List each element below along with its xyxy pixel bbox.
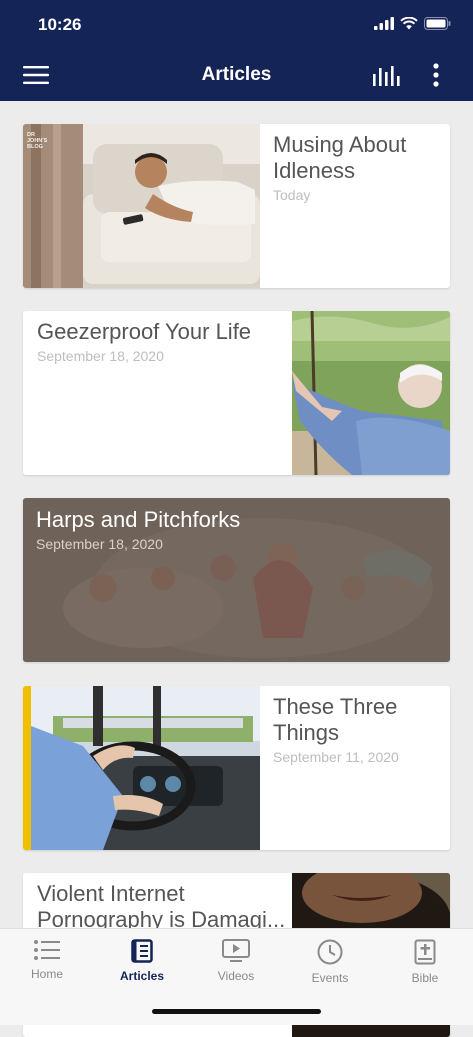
- tab-videos[interactable]: Videos: [196, 939, 276, 983]
- article-title: Geezerproof Your Life: [37, 319, 252, 344]
- tab-label: Articles: [119, 969, 165, 983]
- status-time: 10:26: [38, 15, 82, 34]
- tab-events[interactable]: Events: [290, 939, 370, 985]
- play-screen-icon: [222, 939, 250, 962]
- wifi-icon: [400, 17, 418, 30]
- home-indicator[interactable]: [152, 1009, 321, 1014]
- list-icon: [34, 940, 60, 960]
- article-thumbnail: [23, 686, 260, 850]
- article-title: Violent Internet Pornography is Damagi..…: [37, 881, 286, 932]
- battery-icon: [424, 17, 451, 30]
- tab-label: Bible: [411, 971, 439, 985]
- book-icon: [131, 939, 153, 963]
- blog-logo: DR JOHN'S BLOG: [27, 132, 48, 150]
- more-vertical-icon[interactable]: [421, 60, 451, 90]
- article-thumbnail: [292, 311, 450, 475]
- tab-bible[interactable]: Bible: [385, 939, 465, 985]
- tab-home[interactable]: Home: [7, 939, 87, 981]
- article-card[interactable]: These Three Things September 11, 2020: [23, 686, 450, 850]
- article-date: September 18, 2020: [37, 348, 164, 364]
- tab-label: Home: [30, 967, 63, 981]
- page-title: Articles: [201, 64, 272, 85]
- article-card[interactable]: DR JOHN'S BLOG Musing About Idleness Tod…: [23, 124, 450, 288]
- article-card[interactable]: Harps and Pitchforks September 18, 2020: [23, 498, 450, 662]
- cellular-signal-icon: [374, 17, 394, 30]
- equalizer-icon[interactable]: [371, 60, 401, 90]
- status-icons: [374, 17, 451, 30]
- article-date: Today: [273, 187, 311, 203]
- article-date: September 18, 2020: [36, 536, 163, 552]
- article-date: September 11, 2020: [273, 749, 399, 765]
- tab-label: Events: [311, 971, 349, 985]
- article-title: Harps and Pitchforks: [36, 507, 241, 532]
- bible-icon: [414, 939, 436, 965]
- article-card[interactable]: Geezerproof Your Life September 18, 2020: [23, 311, 450, 475]
- article-thumbnail: DR JOHN'S BLOG: [23, 124, 260, 288]
- clock-icon: [317, 939, 343, 965]
- article-title: Musing About Idleness: [273, 132, 407, 183]
- top-bar: 10:26 Articles: [0, 0, 473, 101]
- article-title: These Three Things: [273, 694, 398, 745]
- tab-articles[interactable]: Articles: [102, 939, 182, 983]
- tab-label: Videos: [217, 969, 255, 983]
